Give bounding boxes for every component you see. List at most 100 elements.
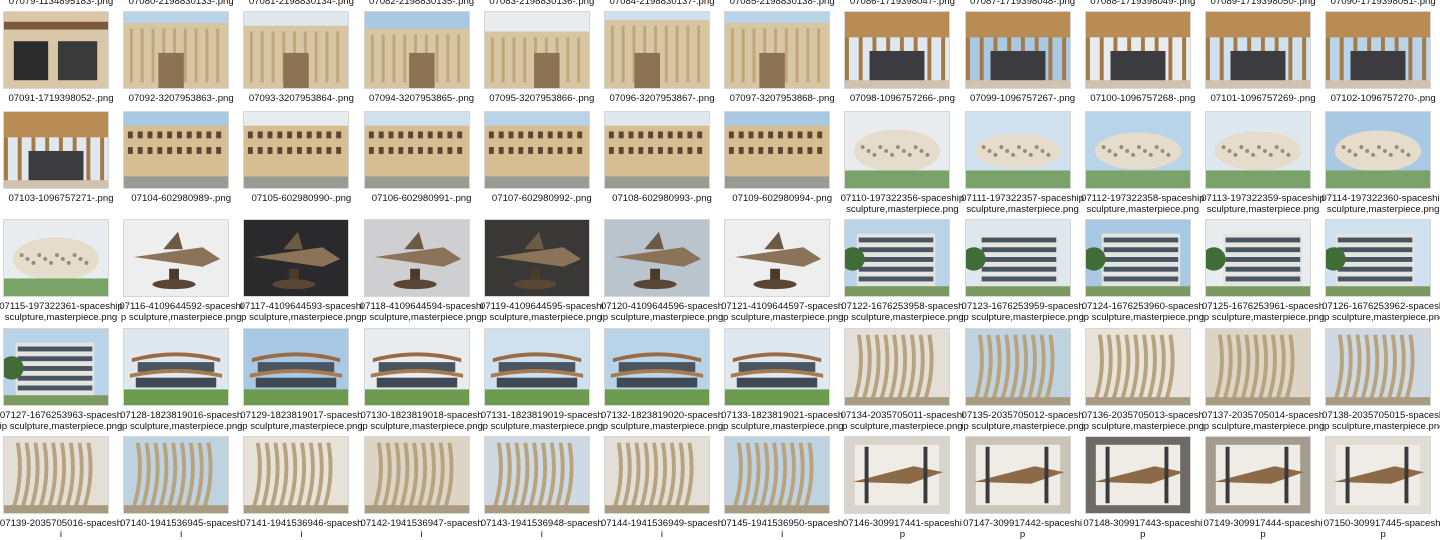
file-thumbnail[interactable] (363, 111, 470, 189)
file-name-label[interactable]: 07093-3207953864-.png (239, 93, 363, 104)
file-name-label[interactable]: 07119-4109644595-spaceship sculpture,mas… (480, 301, 604, 323)
file-name-label[interactable]: 07107-602980992-.png (480, 193, 604, 204)
file-thumbnail[interactable] (363, 219, 470, 297)
file-thumbnail[interactable] (724, 328, 831, 406)
file-label-partial[interactable]: 07088-1719398049-.png (1081, 0, 1205, 7)
file-name-label[interactable]: 07101-1096757269-.png (1201, 93, 1325, 104)
file-thumbnail[interactable] (483, 436, 590, 514)
file-name-label[interactable]: 07134-2035705011-spaceship sculpture,mas… (840, 410, 965, 432)
file-name-label[interactable]: 07132-1823819020-spaceship sculpture,mas… (600, 410, 724, 432)
file-thumbnail[interactable] (604, 436, 710, 514)
file-thumbnail[interactable] (363, 11, 470, 89)
file-name-label[interactable]: 07113-197322359-spaceship sculpture,mast… (1201, 193, 1325, 215)
file-thumbnail[interactable] (844, 219, 951, 297)
file-thumbnail[interactable] (3, 328, 109, 406)
file-thumbnail[interactable] (1084, 219, 1191, 297)
file-label-partial[interactable]: 07087-1719398048-.png (961, 0, 1085, 7)
file-thumbnail[interactable] (363, 436, 470, 514)
file-thumbnail[interactable] (1205, 111, 1311, 189)
file-thumbnail[interactable] (3, 436, 109, 514)
file-name-label[interactable]: 07135-2035705012-spaceship sculpture,mas… (961, 410, 1085, 432)
file-label-partial[interactable]: 07084-2198830137-.png (600, 0, 724, 7)
file-name-label[interactable]: 07115-197322361-spaceship sculpture,mast… (0, 301, 123, 323)
file-thumbnail[interactable] (1205, 328, 1311, 406)
file-thumbnail[interactable] (1084, 11, 1191, 89)
file-label-partial[interactable]: 07089-1719398050-.png (1201, 0, 1325, 7)
file-name-label[interactable]: 07106-602980991-.png (360, 193, 484, 204)
file-name-label[interactable]: 07145-1941536950-spaceshi (720, 518, 844, 540)
file-thumbnail[interactable] (964, 436, 1071, 514)
file-name-label[interactable]: 07117-4109644593-spaceship sculpture,mas… (239, 301, 364, 323)
file-thumbnail[interactable] (964, 111, 1071, 189)
file-thumbnail[interactable] (724, 111, 831, 189)
file-thumbnail[interactable] (724, 219, 831, 297)
file-name-label[interactable]: 07103-1096757271-.png (0, 193, 123, 204)
file-name-label[interactable]: 07121-4109644597-spaceship sculpture,mas… (720, 301, 844, 323)
file-name-label[interactable]: 07150-309917445-spaceship (1321, 518, 1440, 540)
file-name-label[interactable]: 07146-309917441-spaceship (840, 518, 964, 540)
file-name-label[interactable]: 07148-309917443-spaceship (1081, 518, 1205, 540)
file-name-label[interactable]: 07133-1823819021-spaceship sculpture,mas… (720, 410, 844, 432)
file-name-label[interactable]: 07114-197322360-spaceship sculpture,mast… (1321, 193, 1440, 215)
file-thumbnail[interactable] (1325, 328, 1432, 406)
file-name-label[interactable]: 07140-1941536945-spaceshi (119, 518, 243, 540)
file-name-label[interactable]: 07094-3207953865-.png (360, 93, 484, 104)
file-thumbnail[interactable] (1205, 11, 1311, 89)
file-thumbnail[interactable] (3, 11, 109, 89)
file-thumbnail[interactable] (1325, 219, 1432, 297)
file-name-label[interactable]: 07091-1719398052-.png (0, 93, 123, 104)
file-thumbnail[interactable] (363, 328, 470, 406)
file-thumbnail[interactable] (1084, 436, 1191, 514)
file-name-label[interactable]: 07137-2035705014-spaceship sculpture,mas… (1201, 410, 1325, 432)
file-name-label[interactable]: 07109-602980994-.png (720, 193, 844, 204)
file-thumbnail[interactable] (1084, 328, 1191, 406)
file-thumbnail[interactable] (483, 111, 590, 189)
file-name-label[interactable]: 07120-4109644596-spaceship sculpture,mas… (600, 301, 724, 323)
file-name-label[interactable]: 07108-602980993-.png (600, 193, 724, 204)
file-label-partial[interactable]: 07085-2198830138-.png (720, 0, 844, 7)
file-name-label[interactable]: 07095-3207953866-.png (480, 93, 604, 104)
file-name-label[interactable]: 07122-1676253958-spaceship sculpture,mas… (840, 301, 964, 323)
file-label-partial[interactable]: 07080-2198830133-.png (119, 0, 243, 7)
file-thumbnail[interactable] (3, 111, 109, 189)
file-name-label[interactable]: 07131-1823819019-spaceship sculpture,mas… (480, 410, 604, 432)
file-thumbnail[interactable] (604, 219, 710, 297)
file-thumbnail[interactable] (724, 436, 831, 514)
file-thumbnail[interactable] (1205, 219, 1311, 297)
file-name-label[interactable]: 07116-4109644592-spaceship sculpture,mas… (119, 301, 243, 323)
file-thumbnail[interactable] (844, 111, 951, 189)
file-thumbnail[interactable] (243, 111, 350, 189)
file-thumbnail[interactable] (604, 111, 710, 189)
file-thumbnail[interactable] (483, 328, 590, 406)
file-thumbnail[interactable] (1205, 436, 1311, 514)
file-thumbnail[interactable] (243, 328, 350, 406)
file-thumbnail[interactable] (123, 219, 230, 297)
file-name-label[interactable]: 07096-3207953867-.png (600, 93, 724, 104)
file-name-label[interactable]: 07104-602980989-.png (119, 193, 243, 204)
file-name-label[interactable]: 07142-1941536947-spaceshi (360, 518, 484, 540)
file-name-label[interactable]: 07102-1096757270-.png (1321, 93, 1440, 104)
file-name-label[interactable]: 07138-2035705015-spaceship sculpture,mas… (1321, 410, 1440, 432)
file-name-label[interactable]: 07128-1823819016-spaceship sculpture,mas… (119, 410, 243, 432)
file-name-label[interactable]: 07092-3207953863-.png (119, 93, 243, 104)
file-thumbnail[interactable] (1325, 11, 1432, 89)
file-thumbnail[interactable] (1084, 111, 1191, 189)
file-name-label[interactable]: 07111-197322357-spaceship sculpture,mast… (961, 193, 1085, 215)
file-name-label[interactable]: 07097-3207953868-.png (720, 93, 844, 104)
file-label-partial[interactable]: 07079-1134895183-.png (0, 0, 123, 7)
file-label-partial[interactable]: 07086-1719398047-.png (840, 0, 964, 7)
file-name-label[interactable]: 07118-4109644594-spaceship sculpture,mas… (360, 301, 484, 323)
file-name-label[interactable]: 07130-1823819018-spaceship sculpture,mas… (360, 410, 484, 432)
file-name-label[interactable]: 07099-1096757267-.png (961, 93, 1085, 104)
file-name-label[interactable]: 07098-1096757266-.png (840, 93, 964, 104)
file-name-label[interactable]: 07124-1676253960-spaceship sculpture,mas… (1081, 301, 1205, 323)
file-thumbnail[interactable] (123, 328, 230, 406)
file-name-label[interactable]: 07144-1941536949-spaceshi (600, 518, 724, 540)
file-name-label[interactable]: 07129-1823819017-spaceship sculpture,mas… (239, 410, 363, 432)
file-thumbnail[interactable] (243, 11, 350, 89)
file-thumbnail[interactable] (844, 328, 951, 406)
file-thumbnail[interactable] (3, 219, 109, 297)
file-name-label[interactable]: 07112-197322358-spaceship sculpture,mast… (1081, 193, 1205, 215)
file-name-label[interactable]: 07143-1941536948-spaceshi (480, 518, 604, 540)
file-name-label[interactable]: 07100-1096757268-.png (1081, 93, 1205, 104)
